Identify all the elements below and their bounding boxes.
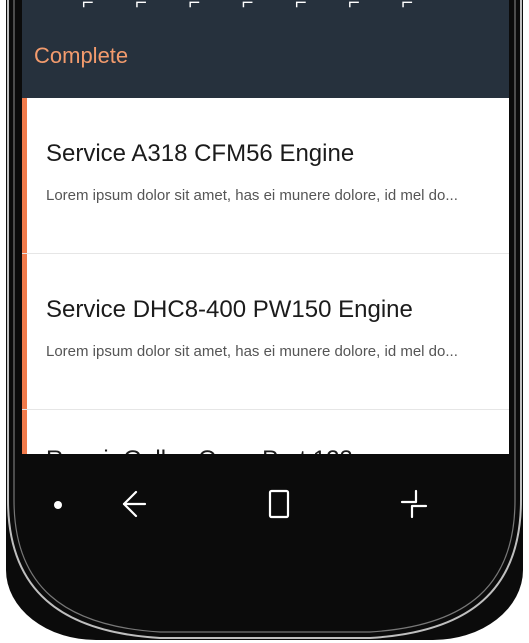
app-screen: ⌐ ⌐ ⌐ ⌐ ⌐ ⌐ ⌐ Complete Service A318 CFM5… (22, 0, 509, 470)
navigation-bar (22, 454, 509, 564)
item-description: Lorem ipsum dolor sit amet, has ei muner… (46, 187, 458, 204)
accent-bar (22, 254, 27, 409)
list-item[interactable]: Service A318 CFM56 Engine Lorem ipsum do… (22, 98, 509, 254)
accent-bar (22, 98, 27, 253)
status-bar: ⌐ ⌐ ⌐ ⌐ ⌐ ⌐ ⌐ (22, 0, 509, 18)
app-header: Complete (22, 18, 509, 98)
page: ⌐ ⌐ ⌐ ⌐ ⌐ ⌐ ⌐ Complete Service A318 CFM5… (0, 0, 529, 643)
header-title: Complete (34, 43, 129, 68)
item-title: Service DHC8-400 PW150 Engine (46, 296, 413, 323)
task-list: Service A318 CFM56 Engine Lorem ipsum do… (22, 98, 509, 470)
list-item[interactable]: Service DHC8-400 PW150 Engine Lorem ipsu… (22, 254, 509, 410)
recent-apps-icon[interactable] (394, 484, 434, 524)
status-icons: ⌐ ⌐ ⌐ ⌐ ⌐ ⌐ ⌐ (82, 0, 432, 14)
back-arrow-icon[interactable] (114, 484, 154, 524)
home-square-icon[interactable] (259, 484, 299, 524)
item-description: Lorem ipsum dolor sit amet, has ei muner… (46, 343, 458, 360)
item-title: Service A318 CFM56 Engine (46, 140, 355, 167)
dot-icon[interactable] (54, 501, 62, 509)
